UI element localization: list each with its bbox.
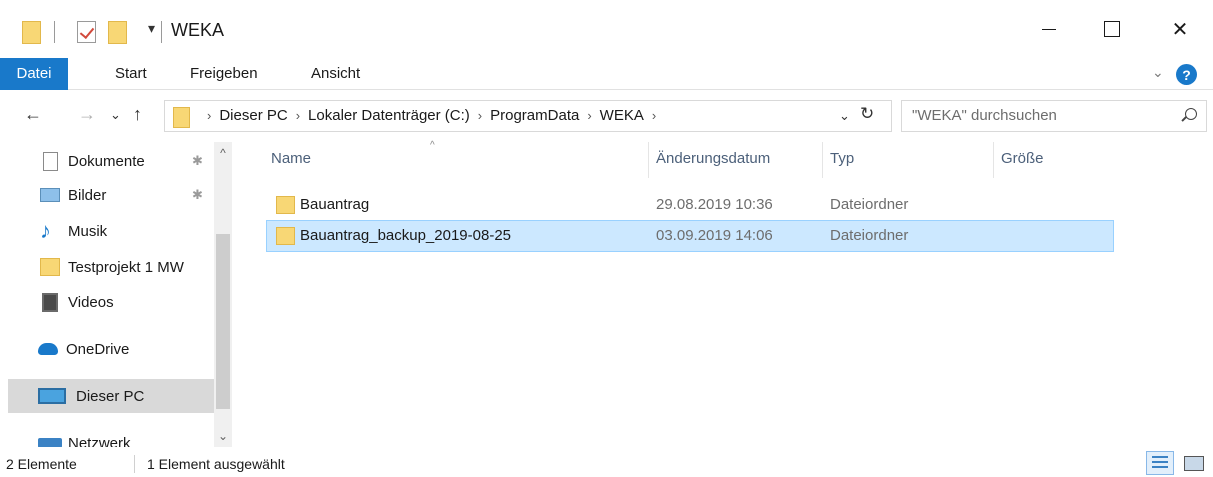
status-separator (134, 455, 135, 473)
nav-item-testprojekt[interactable]: Testprojekt 1 MW (0, 250, 214, 284)
breadcrumb-dieser-pc[interactable]: Dieser PC (219, 107, 287, 125)
breadcrumb-lokaler-datentraeger[interactable]: Lokaler Datenträger (C:) (308, 107, 470, 125)
address-bar[interactable]: › Dieser PC › Lokaler Datenträger (C:) ›… (164, 100, 892, 132)
title-separator (161, 21, 162, 43)
nav-item-netzwerk[interactable]: Netzwerk (0, 426, 214, 447)
maximize-button[interactable] (1080, 0, 1144, 58)
folder-icon (173, 107, 190, 128)
title-bar: ▾ WEKA ✕ (0, 0, 1213, 58)
item-count: 2 Elemente (6, 456, 77, 472)
selection-count: 1 Element ausgewählt (147, 456, 285, 472)
breadcrumb-weka[interactable]: WEKA (600, 107, 644, 125)
table-row[interactable]: Bauantrag 29.08.2019 10:36 Dateiordner (266, 189, 1114, 221)
tab-freigeben[interactable]: Freigeben (190, 58, 258, 90)
folder-icon (22, 21, 41, 44)
this-pc-icon (38, 388, 66, 404)
file-name: Bauantrag (300, 196, 370, 213)
tab-start[interactable]: Start (115, 58, 147, 90)
up-button[interactable]: ↑ (133, 104, 142, 125)
nav-item-onedrive[interactable]: OneDrive (0, 332, 214, 366)
address-history-dropdown[interactable]: ⌄ (839, 108, 850, 124)
nav-item-dieser-pc[interactable]: Dieser PC (8, 379, 214, 413)
onedrive-icon (38, 343, 58, 355)
nav-item-label: Testprojekt 1 MW (68, 258, 184, 276)
file-name: Bauantrag_backup_2019-08-25 (300, 227, 512, 244)
address-toolbar: ← → ⌄ ↑ › Dieser PC › Lokaler Datenträge… (0, 90, 1213, 142)
search-icon[interactable] (1185, 108, 1197, 120)
nav-item-dokumente[interactable]: Dokumente ✱ (0, 144, 214, 178)
nav-item-videos[interactable]: Videos (0, 285, 214, 319)
list-header: ^ Name Änderungsdatum Typ Größe (264, 140, 1114, 178)
sort-ascending-icon: ^ (430, 140, 435, 151)
nav-item-musik[interactable]: ♪ Musik (0, 214, 214, 248)
close-button[interactable]: ✕ (1148, 0, 1212, 58)
nav-item-label: Dieser PC (76, 387, 145, 405)
folder-icon (276, 196, 295, 214)
back-button[interactable]: ← (24, 104, 42, 125)
ribbon-tabs: Datei Start Freigeben Ansicht ⌄ ? (0, 58, 1213, 90)
search-input[interactable]: "WEKA" durchsuchen (901, 100, 1207, 132)
expand-ribbon-icon[interactable]: ⌄ (1152, 64, 1164, 81)
search-placeholder: "WEKA" durchsuchen (912, 107, 1057, 124)
properties-checkmark-icon[interactable] (77, 21, 96, 43)
navigation-scrollbar[interactable]: ^ ⌄ (214, 142, 232, 447)
column-header-size[interactable]: Größe (1001, 150, 1044, 167)
help-icon[interactable]: ? (1176, 64, 1197, 85)
column-divider[interactable] (822, 142, 823, 178)
nav-item-label: Netzwerk (68, 434, 131, 448)
document-icon (43, 151, 58, 171)
nav-item-label: Videos (68, 293, 114, 311)
quick-access-separator (54, 21, 55, 43)
new-folder-icon[interactable] (108, 21, 127, 44)
network-icon (38, 438, 62, 447)
chevron-right-icon[interactable]: › (478, 107, 482, 125)
videos-icon (42, 292, 58, 312)
large-icons-view-icon[interactable] (1182, 453, 1204, 473)
customize-quick-access-dropdown[interactable]: ▾ (148, 20, 155, 37)
nav-item-label: Musik (68, 222, 108, 240)
file-type: Dateiordner (830, 196, 909, 213)
tab-ansicht[interactable]: Ansicht (311, 58, 360, 90)
status-bar: 2 Elemente 1 Element ausgewählt (0, 447, 1213, 477)
nav-item-label: Bilder (68, 186, 107, 204)
breadcrumb-programdata[interactable]: ProgramData (490, 107, 579, 125)
column-header-name[interactable]: Name (271, 150, 311, 167)
table-row[interactable]: Bauantrag_backup_2019-08-25 03.09.2019 1… (266, 220, 1114, 252)
scroll-down-arrow-icon[interactable]: ⌄ (214, 429, 232, 443)
column-divider[interactable] (648, 142, 649, 178)
window-title: WEKA (171, 20, 225, 40)
forward-button[interactable]: → (78, 104, 96, 125)
nav-item-bilder[interactable]: Bilder ✱ (0, 178, 214, 212)
refresh-icon[interactable]: ↻ (860, 104, 874, 124)
folder-icon (40, 258, 60, 276)
column-divider[interactable] (993, 142, 994, 178)
breadcrumb: › Dieser PC › Lokaler Datenträger (C:) ›… (199, 107, 664, 125)
pin-icon[interactable]: ✱ (192, 187, 203, 203)
folder-icon (276, 227, 295, 245)
chevron-right-icon[interactable]: › (652, 107, 656, 125)
pictures-icon (40, 188, 60, 202)
recent-locations-dropdown[interactable]: ⌄ (110, 107, 121, 123)
nav-item-label: Dokumente (68, 152, 145, 170)
chevron-right-icon[interactable]: › (296, 107, 300, 125)
navigation-pane: Dokumente ✱ Bilder ✱ ♪ Musik Testprojekt… (0, 142, 232, 447)
scroll-thumb[interactable] (216, 234, 230, 409)
file-date: 29.08.2019 10:36 (656, 196, 773, 213)
column-header-type[interactable]: Typ (830, 150, 854, 167)
file-type: Dateiordner (830, 227, 909, 244)
column-header-date[interactable]: Änderungsdatum (656, 150, 770, 167)
tab-datei[interactable]: Datei (0, 58, 68, 90)
scroll-up-arrow-icon[interactable]: ^ (214, 146, 232, 160)
chevron-right-icon[interactable]: › (587, 107, 591, 125)
music-icon: ♪ (40, 218, 51, 243)
details-view-icon[interactable] (1146, 451, 1174, 475)
file-date: 03.09.2019 14:06 (656, 227, 773, 244)
chevron-right-icon[interactable]: › (207, 107, 211, 125)
nav-item-label: OneDrive (66, 340, 130, 358)
minimize-button[interactable] (1017, 0, 1081, 58)
pin-icon[interactable]: ✱ (192, 153, 203, 169)
